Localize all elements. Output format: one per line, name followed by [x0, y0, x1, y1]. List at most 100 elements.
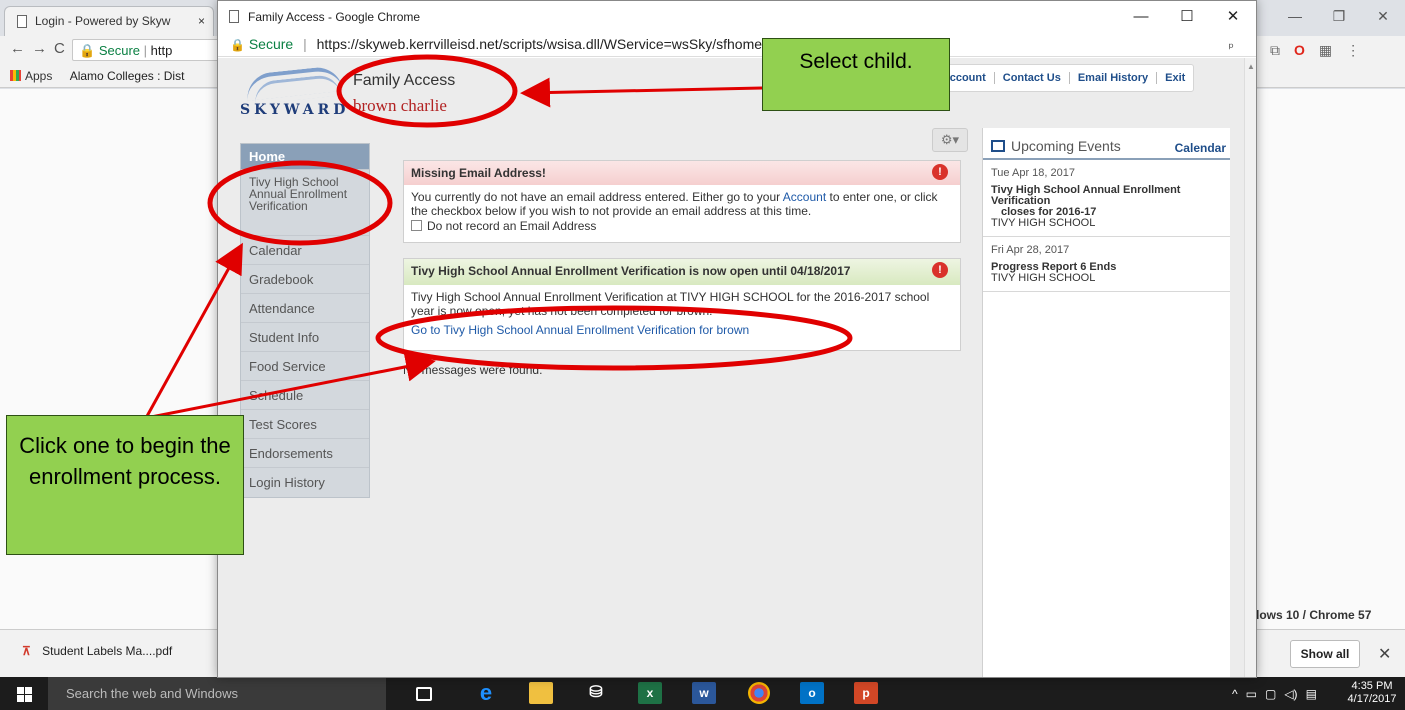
- events-header: Upcoming Events Calendar: [983, 128, 1230, 160]
- forward-arrow-icon[interactable]: →: [32, 40, 47, 57]
- no-email-checkbox-row[interactable]: Do not record an Email Address: [411, 219, 953, 233]
- alert-icon: !: [932, 164, 948, 180]
- opera-icon[interactable]: O: [1294, 42, 1305, 58]
- battery-icon[interactable]: ▭: [1246, 687, 1257, 701]
- top-links: y Account Contact Us Email History Exit: [924, 64, 1195, 92]
- url-fragment: http: [150, 43, 173, 58]
- account-link[interactable]: Account: [783, 190, 826, 204]
- task-view-icon[interactable]: [416, 687, 432, 701]
- background-tab-login[interactable]: Login - Powered by Skyw ×: [4, 6, 214, 36]
- apps-grid-icon: [10, 70, 21, 81]
- page-scrollbar[interactable]: ▲: [1244, 58, 1256, 677]
- chevron-up-icon[interactable]: ^: [1232, 687, 1238, 701]
- system-clock[interactable]: 4:35 PM 4/17/2017: [1340, 680, 1404, 706]
- close-window-icon[interactable]: ✕: [1210, 1, 1256, 33]
- download-filename: Student Labels Ma....pdf: [42, 644, 173, 658]
- back-arrow-icon[interactable]: ←: [10, 40, 25, 57]
- show-all-button[interactable]: Show all: [1290, 640, 1360, 668]
- key-icon[interactable]: ₚ: [1228, 36, 1234, 52]
- document-icon: [17, 15, 27, 28]
- lock-icon: 🔒: [79, 43, 96, 58]
- event-date: Tue Apr 18, 2017: [991, 167, 1075, 179]
- app-title: Family Access: [353, 72, 456, 89]
- skyward-logo-text: SKYWARD: [240, 102, 350, 118]
- store-icon[interactable]: ⛁: [584, 682, 608, 704]
- sidebar-item-enrollment-verification[interactable]: Tivy High School Annual Enrollment Verif…: [241, 170, 369, 236]
- sidebar-item-student-info[interactable]: Student Info: [241, 323, 369, 352]
- close-window-icon[interactable]: ✕: [1361, 0, 1405, 32]
- event-school: TIVY HIGH SCHOOL: [991, 272, 1096, 284]
- extension-icon[interactable]: ⧉: [1270, 42, 1280, 59]
- minimize-icon[interactable]: —: [1273, 0, 1317, 32]
- message-title: Missing Email Address!: [411, 166, 546, 180]
- download-item[interactable]: ⊼ Student Labels Ma....pdf: [22, 644, 172, 658]
- event-item[interactable]: Tue Apr 18, 2017 Tivy High School Annual…: [983, 160, 1230, 237]
- edge-icon[interactable]: e: [474, 682, 498, 704]
- sidebar-item-home[interactable]: Home: [241, 144, 369, 170]
- scroll-up-icon[interactable]: ▲: [1247, 62, 1255, 71]
- sidebar-item-test-scores[interactable]: Test Scores: [241, 410, 369, 439]
- sidebar-item-endorsements[interactable]: Endorsements: [241, 439, 369, 468]
- contact-us-link[interactable]: Contact Us: [995, 72, 1070, 84]
- event-school: TIVY HIGH SCHOOL: [991, 217, 1096, 229]
- checkbox-label: Do not record an Email Address: [427, 219, 597, 233]
- clock-date: 4/17/2017: [1347, 693, 1397, 705]
- background-window-controls: — ❐ ✕: [1273, 0, 1405, 32]
- pdf-extension-icon[interactable]: ▦: [1319, 42, 1332, 59]
- sidebar-item-food-service[interactable]: Food Service: [241, 352, 369, 381]
- exit-link[interactable]: Exit: [1157, 72, 1193, 84]
- windows-start-button[interactable]: [0, 677, 48, 710]
- select-child-callout: Select child.: [762, 38, 950, 111]
- enrollment-verification-link[interactable]: Go to Tivy High School Annual Enrollment…: [411, 323, 953, 337]
- bookmark-alamo[interactable]: Alamo Colleges : Dist: [70, 69, 185, 83]
- bookmark-apps[interactable]: Apps: [25, 69, 52, 83]
- no-messages-text: No messages were found.: [403, 363, 543, 377]
- taskbar-search-box[interactable]: Search the web and Windows: [48, 677, 386, 710]
- background-footer-note: dows 10 / Chrome 57: [1252, 608, 1372, 622]
- email-history-link[interactable]: Email History: [1070, 72, 1158, 84]
- powerpoint-icon[interactable]: p: [854, 682, 878, 704]
- alert-icon: !: [932, 262, 948, 278]
- word-icon[interactable]: w: [692, 682, 716, 704]
- chrome-icon[interactable]: [748, 682, 770, 704]
- background-address-bar[interactable]: 🔒 Secure | http: [72, 39, 232, 61]
- sidebar-item-calendar[interactable]: Calendar: [241, 236, 369, 265]
- no-email-checkbox[interactable]: [411, 220, 422, 231]
- notification-icon[interactable]: ▤: [1306, 687, 1317, 701]
- message-text: Tivy High School Annual Enrollment Verif…: [411, 290, 930, 318]
- sidebar-item-gradebook[interactable]: Gradebook: [241, 265, 369, 294]
- upcoming-events-panel: Upcoming Events Calendar Tue Apr 18, 201…: [982, 128, 1230, 677]
- reload-icon[interactable]: C: [54, 40, 65, 57]
- sidebar-item-attendance[interactable]: Attendance: [241, 294, 369, 323]
- network-icon[interactable]: ▢: [1265, 687, 1276, 701]
- sidebar-nav: Home Tivy High School Annual Enrollment …: [240, 143, 370, 498]
- sidebar-item-schedule[interactable]: Schedule: [241, 381, 369, 410]
- sidebar-item-login-history[interactable]: Login History: [241, 468, 369, 497]
- menu-icon[interactable]: ⋮: [1346, 42, 1360, 59]
- message-body: You currently do not have an email addre…: [404, 185, 960, 239]
- address-bar[interactable]: 🔒 Secure | https://skyweb.kerrvilleisd.n…: [218, 33, 1256, 57]
- background-extension-icons: ⧉ O ▦ ⋮: [1262, 36, 1405, 64]
- secure-label: Secure: [98, 43, 141, 58]
- maximize-icon[interactable]: ☐: [1164, 1, 1210, 33]
- volume-icon[interactable]: ◁): [1284, 687, 1297, 701]
- enrollment-verification-message: Tivy High School Annual Enrollment Verif…: [403, 258, 961, 351]
- window-title: Family Access - Google Chrome: [248, 10, 421, 24]
- outlook-icon[interactable]: o: [800, 682, 824, 704]
- calendar-icon: [991, 140, 1005, 152]
- student-selector[interactable]: brown charlie: [353, 96, 447, 116]
- event-item[interactable]: Fri Apr 28, 2017 Progress Report 6 Ends …: [983, 237, 1230, 292]
- minimize-icon[interactable]: —: [1118, 1, 1164, 33]
- skyward-logo[interactable]: SKYWARD: [240, 65, 345, 122]
- close-downloads-icon[interactable]: ✕: [1378, 644, 1391, 664]
- calendar-link[interactable]: Calendar: [1175, 141, 1226, 155]
- skyward-header: SKYWARD Family Access brown charlie y Ac…: [218, 58, 1244, 128]
- close-tab-icon[interactable]: ×: [198, 14, 205, 28]
- file-explorer-icon[interactable]: [529, 682, 553, 704]
- settings-gear-button[interactable]: ⚙▾: [932, 128, 968, 152]
- clock-time: 4:35 PM: [1351, 680, 1393, 692]
- excel-icon[interactable]: x: [638, 682, 662, 704]
- secure-label: Secure: [248, 36, 294, 52]
- restore-icon[interactable]: ❐: [1317, 0, 1361, 32]
- event-title: Tivy High School Annual Enrollment Verif…: [991, 184, 1181, 207]
